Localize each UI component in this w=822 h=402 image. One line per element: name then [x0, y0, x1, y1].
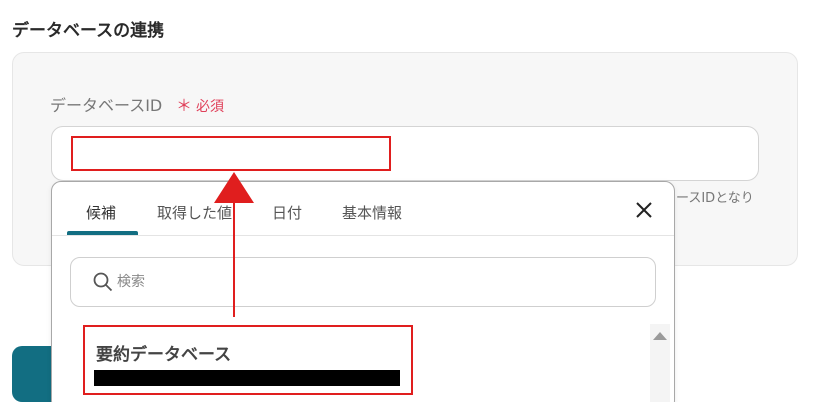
database-id-label: データベースID — [50, 96, 163, 115]
search-box — [70, 257, 656, 307]
scroll-up-arrow-icon[interactable] — [653, 332, 667, 340]
section-title: データベースの連携 — [12, 21, 165, 41]
required-badge: ＊必須 — [176, 92, 224, 116]
tab-date[interactable]: 日付 — [272, 202, 302, 223]
annotation-box-input — [71, 136, 391, 171]
tab-candidates[interactable]: 候補 — [86, 202, 116, 223]
tab-retrieved-values[interactable]: 取得した値 — [157, 202, 232, 223]
dropdown-tabs: 候補 取得した値 日付 基本情報 — [52, 182, 674, 236]
active-tab-indicator — [67, 231, 138, 235]
close-icon[interactable] — [632, 198, 656, 222]
required-asterisk: ＊ — [176, 96, 193, 115]
search-input[interactable] — [117, 270, 637, 294]
search-icon — [93, 272, 113, 292]
tab-basic-info[interactable]: 基本情報 — [342, 202, 402, 223]
required-text: 必須 — [196, 99, 225, 115]
annotation-box-option — [83, 325, 413, 395]
field-hint-text: ースIDとなり — [676, 191, 754, 206]
